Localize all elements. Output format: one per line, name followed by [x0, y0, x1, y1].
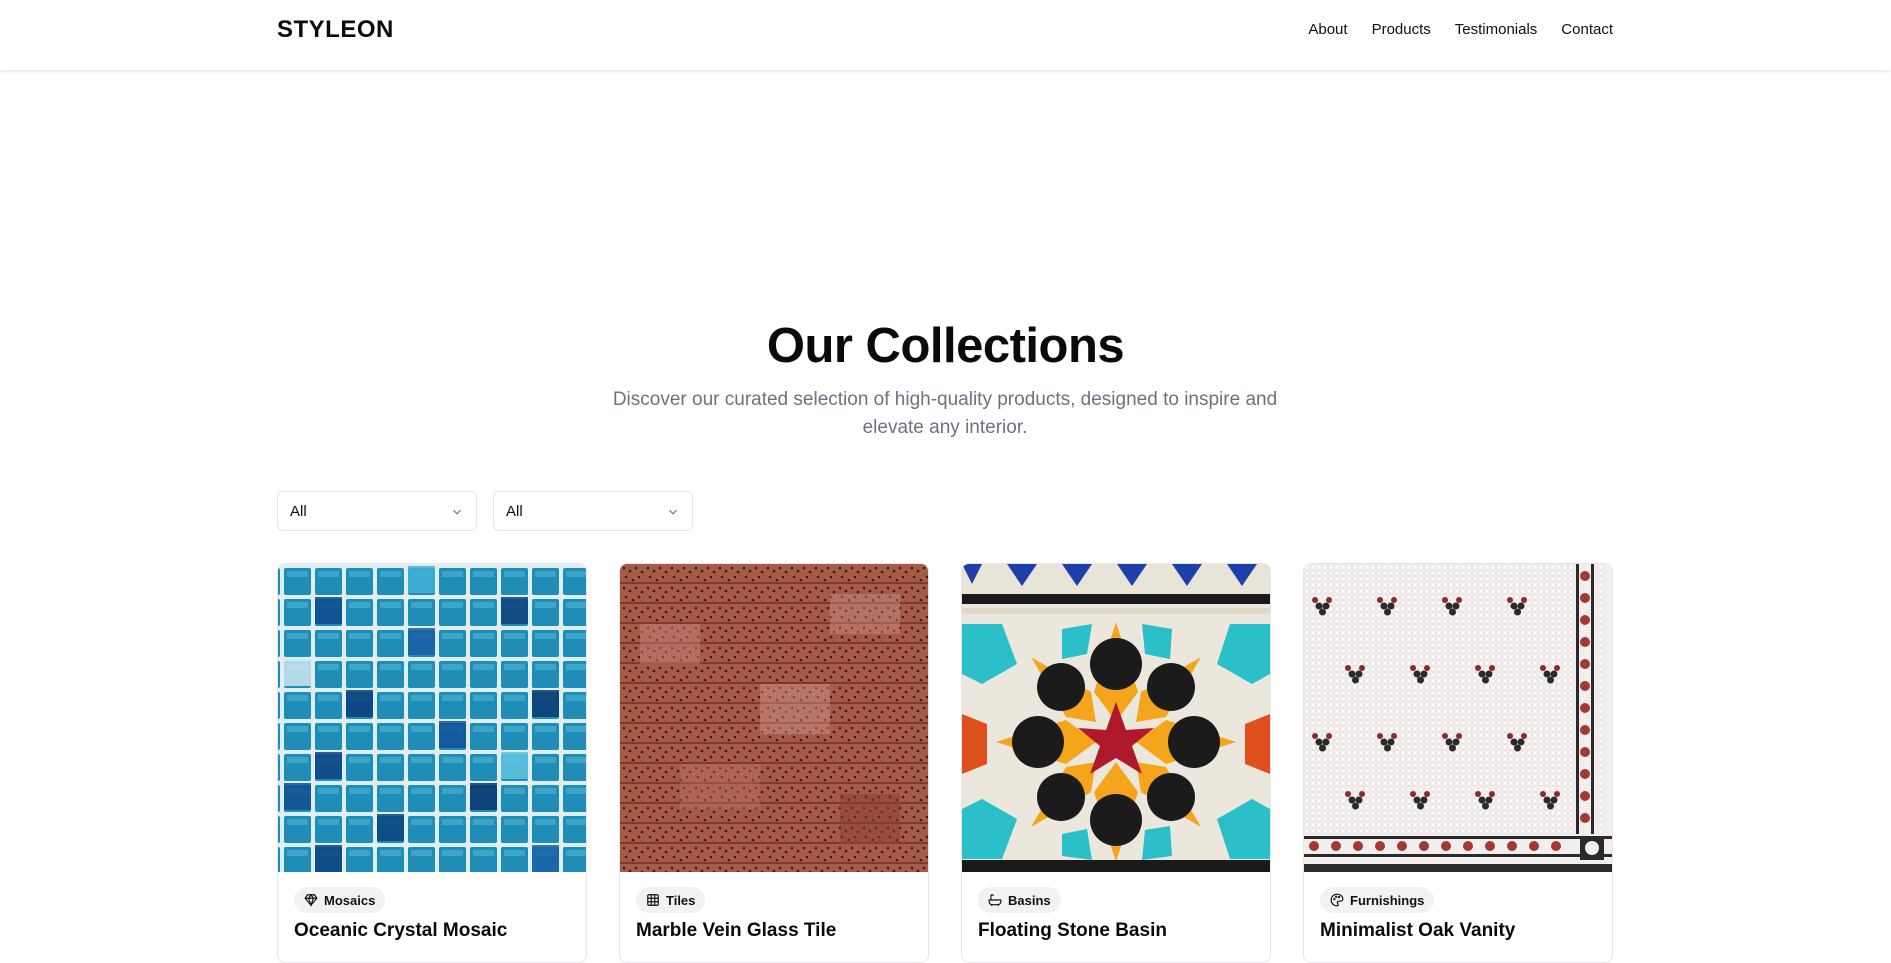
category-label: Mosaics	[324, 892, 376, 908]
category-badge: Basins	[978, 887, 1061, 913]
filter-value: All	[290, 502, 307, 520]
filter-value: All	[506, 502, 523, 520]
nav-contact[interactable]: Contact	[1561, 20, 1613, 40]
section-title: Our Collections	[766, 319, 1125, 373]
product-title[interactable]: Minimalist Oak Vanity	[1320, 920, 1515, 942]
nav-about[interactable]: About	[1308, 20, 1347, 40]
product-image	[278, 564, 586, 872]
main-nav: About Products Testimonials Contact	[1308, 20, 1613, 40]
site-header: STYLEON About Products Testimonials Cont…	[0, 0, 1891, 70]
category-filter-select[interactable]: All	[277, 491, 477, 531]
category-badge: Furnishings	[1320, 887, 1435, 913]
product-image	[620, 564, 928, 872]
product-card[interactable]: Basins Floating Stone Basin	[961, 563, 1271, 963]
product-image	[962, 564, 1270, 872]
category-badge: Tiles	[636, 887, 706, 913]
grid-icon	[647, 894, 659, 906]
category-label: Basins	[1008, 892, 1051, 908]
category-label: Tiles	[666, 892, 696, 908]
product-title[interactable]: Floating Stone Basin	[978, 920, 1167, 942]
section-subtitle: Discover our curated selection of high-q…	[612, 389, 1278, 438]
type-filter-select[interactable]: All	[493, 491, 693, 531]
nav-testimonials[interactable]: Testimonials	[1455, 20, 1538, 40]
product-title[interactable]: Oceanic Crystal Mosaic	[294, 920, 507, 942]
category-badge: Mosaics	[294, 887, 386, 913]
product-card[interactable]: Mosaics Oceanic Crystal Mosaic	[277, 563, 587, 963]
product-card[interactable]: Tiles Marble Vein Glass Tile	[619, 563, 929, 963]
product-image	[1304, 564, 1612, 872]
brand-logo[interactable]: STYLEON	[277, 16, 394, 44]
gem-icon	[304, 893, 318, 907]
chevron-down-icon	[453, 509, 461, 515]
nav-products[interactable]: Products	[1372, 20, 1431, 40]
product-title[interactable]: Marble Vein Glass Tile	[636, 920, 836, 942]
category-label: Furnishings	[1350, 892, 1425, 908]
chevron-down-icon	[669, 509, 677, 515]
bath-icon	[988, 894, 1002, 907]
palette-icon	[1330, 893, 1344, 907]
product-card[interactable]: Furnishings Minimalist Oak Vanity	[1303, 563, 1613, 963]
